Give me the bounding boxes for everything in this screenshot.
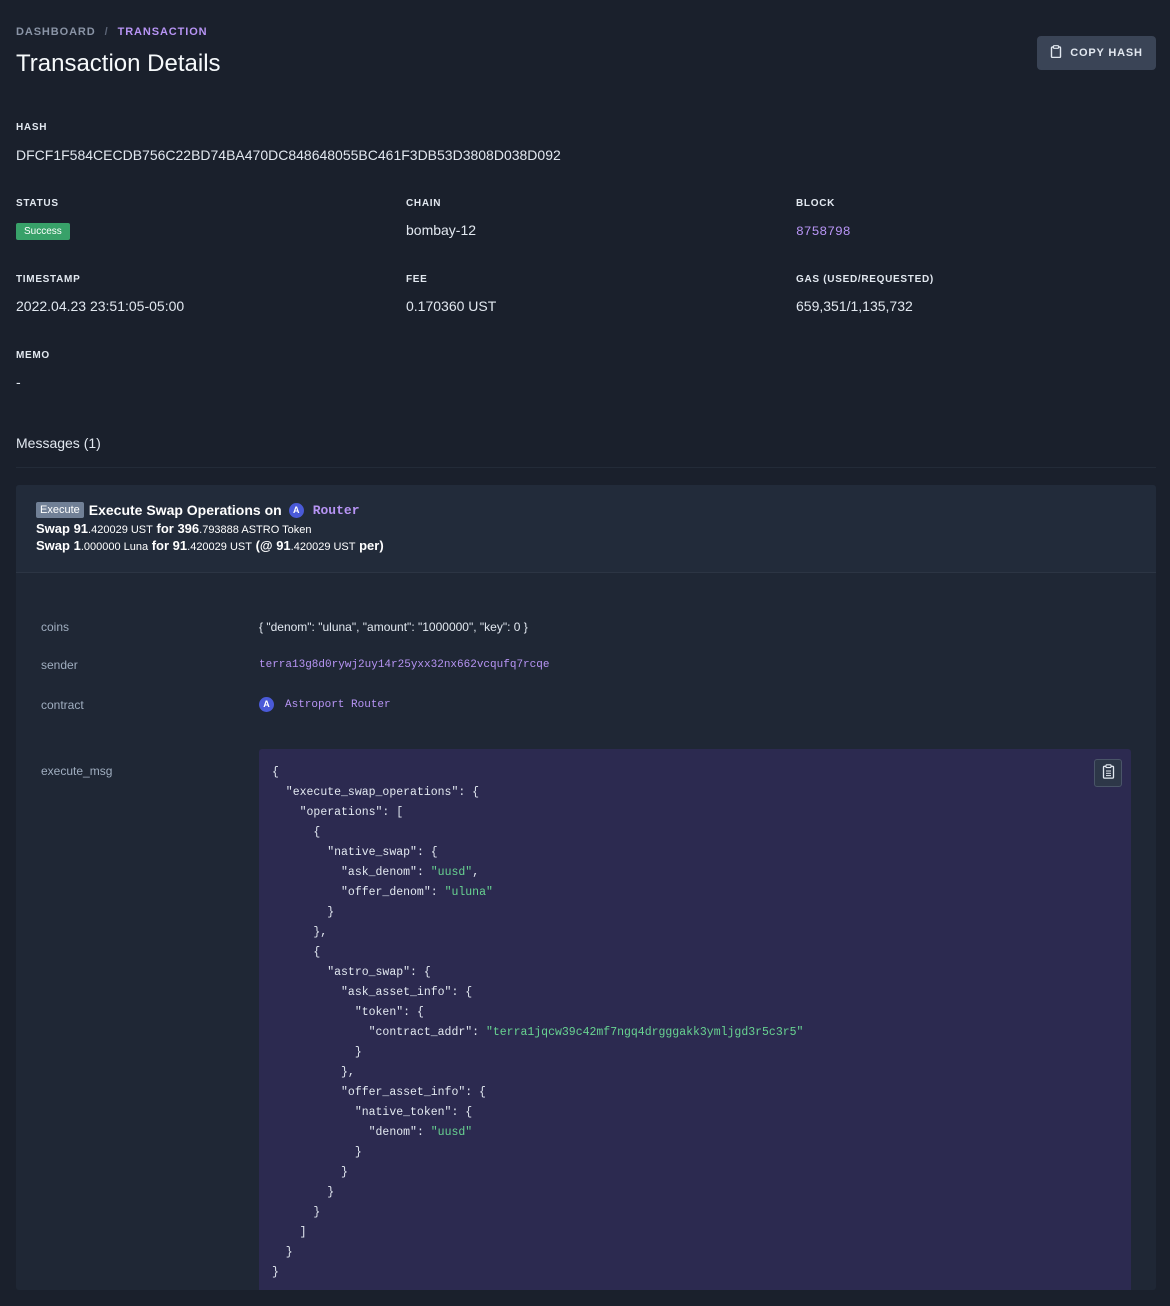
breadcrumb-transaction: TRANSACTION [117,26,208,38]
contract-value: A Astroport Router [259,697,391,712]
timestamp-label: TIMESTAMP [16,274,81,285]
swap2-for: for [148,538,173,553]
clipboard-icon [1050,45,1062,61]
copy-json-button[interactable] [1094,759,1122,787]
hash-label: HASH [16,122,48,133]
execute-msg-code: { "execute_swap_operations": { "operatio… [259,749,1131,1290]
hash-field: HASH DFCF1F584CECDB756C22BD74BA470DC8486… [16,122,561,163]
swap2-at: (@ [251,538,277,553]
divider [16,467,1156,468]
swap2-per: per) [355,538,384,553]
memo-label: MEMO [16,350,50,361]
swap2-amount-int: 1 [73,538,81,553]
router-link[interactable]: Router [313,503,360,518]
memo-value: - [16,374,21,390]
contract-key: contract [41,698,84,712]
fee-field: FEE 0.170360 UST [406,274,496,314]
copy-hash-label: COPY HASH [1070,47,1143,59]
timestamp-value: 2022.04.23 23:51:05-05:00 [16,298,185,314]
timestamp-field: TIMESTAMP 2022.04.23 23:51:05-05:00 [16,274,184,314]
messages-title: Messages (1) [16,435,101,451]
hash-value: DFCF1F584CECDB756C22BD74BA470DC848648055… [16,147,561,163]
chain-field: CHAIN bombay-12 [406,198,476,238]
json-content: { "execute_swap_operations": { "operatio… [272,766,804,1279]
page-title: Transaction Details [16,50,221,77]
memo-field: MEMO - [16,350,50,390]
execute-msg-key: execute_msg [41,764,113,778]
sender-key: sender [41,658,78,672]
fee-value: 0.170360 UST [406,298,497,314]
swap1-return-int: 396 [177,521,200,536]
fee-label: FEE [406,274,428,285]
swap1-amount-int: 91 [73,521,89,536]
message-card: Execute Execute Swap Operations on A Rou… [16,485,1156,1290]
swap-summary-2: Swap 1.000000 Luna for 91.420029 UST (@ … [36,538,1136,553]
swap1-return-dec: .793888 ASTRO Token [199,524,312,536]
swap2-return-int: 91 [172,538,188,553]
breadcrumb: DASHBOARD / TRANSACTION [16,26,208,38]
gas-field: GAS (USED/REQUESTED) 659,351/1,135,732 [796,274,934,314]
swap2-prefix: Swap [36,538,74,553]
copy-hash-button[interactable]: COPY HASH [1037,36,1156,70]
astroport-icon: A [288,502,304,518]
status-field: STATUS Success [16,198,70,240]
chain-label: CHAIN [406,198,442,209]
gas-value: 659,351/1,135,732 [796,298,913,314]
coins-value: { "denom": "uluna", "amount": "1000000",… [259,620,528,634]
swap2-return-dec: .420029 UST [187,541,252,553]
coins-key: coins [41,620,70,634]
swap1-amount-dec: .420029 UST [88,524,153,536]
astroport-icon: A [259,697,274,712]
sender-link[interactable]: terra13g8d0rywj2uy14r25yxx32nx662vcqufq7… [259,659,549,671]
message-header: Execute Execute Swap Operations on A Rou… [16,485,1156,573]
block-field: BLOCK 8758798 [796,198,851,239]
breadcrumb-dashboard[interactable]: DASHBOARD [16,26,96,38]
breadcrumb-separator: / [104,26,109,38]
execute-badge: Execute [36,502,84,518]
swap2-rate-int: 91 [276,538,291,553]
chain-value: bombay-12 [406,222,477,238]
contract-link[interactable]: Astroport Router [285,699,391,711]
swap2-rate-dec: .420029 UST [290,541,356,553]
message-title: Execute Swap Operations on [88,502,282,518]
block-link[interactable]: 8758798 [796,224,851,239]
gas-label: GAS (USED/REQUESTED) [796,274,934,285]
swap1-prefix: Swap [36,521,74,536]
block-label: BLOCK [796,198,836,209]
status-label: STATUS [16,198,59,209]
swap-summary-1: Swap 91.420029 UST for 396.793888 ASTRO … [36,521,1136,536]
swap2-amount-dec: .000000 Luna [80,541,149,553]
swap1-for: for [152,521,178,536]
status-badge: Success [16,223,70,240]
clipboard-icon [1102,763,1115,783]
